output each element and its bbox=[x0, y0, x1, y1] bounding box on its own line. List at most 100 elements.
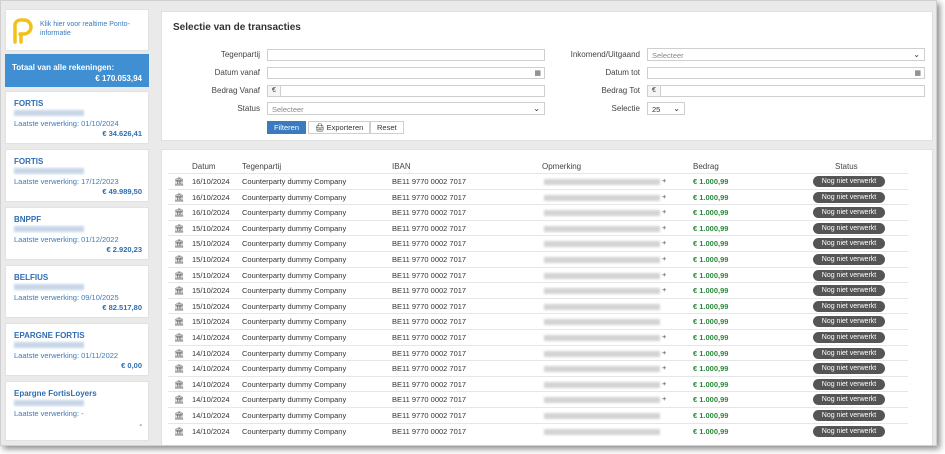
bank-icon: 🏛 bbox=[174, 411, 185, 420]
status-badge: Nog niet verwerkt bbox=[813, 207, 885, 219]
account-card[interactable]: FORTIS Laatste verwerking: 17/12/2023 € … bbox=[5, 149, 149, 202]
status-badge: Nog niet verwerkt bbox=[813, 222, 885, 234]
inout-select[interactable]: Selecteer ⌄ bbox=[647, 48, 925, 61]
table-row[interactable]: 🏛 15/10/2024 Counterparty dummy Company BE1… bbox=[168, 235, 908, 252]
cell-iban: BE11 9770 0002 7017 bbox=[392, 177, 467, 186]
table-row[interactable]: 🏛 15/10/2024 Counterparty dummy Company BE1… bbox=[168, 266, 908, 284]
account-name: BNPPF bbox=[14, 215, 42, 224]
bank-icon: 🏛 bbox=[174, 395, 185, 405]
table-row[interactable]: 🏛 14/10/2024 Counterparty dummy Company BE1… bbox=[168, 391, 908, 408]
cell-amount: € 1.000,99 bbox=[693, 177, 729, 186]
column-header-bedrag[interactable]: Bedrag bbox=[693, 162, 719, 171]
cell-amount: € 1.000,99 bbox=[693, 411, 729, 420]
datum-vanaf-input[interactable]: ▦ bbox=[267, 67, 545, 79]
cell-amount: € 1.000,99 bbox=[693, 286, 729, 296]
account-balance: € 49.989,50 bbox=[102, 187, 142, 196]
account-name: FORTIS bbox=[14, 157, 44, 166]
cell-amount: € 1.000,99 bbox=[693, 379, 729, 389]
cell-date: 15/10/2024 bbox=[192, 301, 230, 311]
cell-date: 14/10/2024 bbox=[192, 379, 230, 389]
cell-remark-blurred bbox=[544, 381, 660, 388]
account-card[interactable]: BNPPF Laatste verwerking: 01/12/2022 € 2… bbox=[5, 207, 149, 260]
cell-iban: BE11 9770 0002 7017 bbox=[392, 255, 467, 264]
column-header-status[interactable]: Status bbox=[835, 162, 858, 171]
table-row[interactable]: 🏛 14/10/2024 Counterparty dummy Company BE1… bbox=[168, 329, 908, 346]
cell-date: 14/10/2024 bbox=[192, 333, 230, 342]
account-number-blurred bbox=[14, 110, 84, 116]
column-header-datum[interactable]: Datum bbox=[192, 162, 216, 171]
account-number-blurred bbox=[14, 168, 84, 174]
column-header-iban[interactable]: IBAN bbox=[392, 162, 411, 171]
table-row[interactable]: 🏛 14/10/2024 Counterparty dummy Company BE1… bbox=[168, 344, 908, 362]
status-badge: Nog niet verwerkt bbox=[813, 394, 885, 406]
ponto-card[interactable]: Klik hier voor realtime Ponto-informatie bbox=[5, 9, 149, 51]
cell-remark-blurred bbox=[544, 335, 660, 341]
reset-button[interactable]: Reset bbox=[370, 121, 404, 134]
cell-remark-blurred bbox=[544, 225, 660, 232]
cell-remark-suffix: + bbox=[662, 176, 667, 185]
cell-amount: € 1.000,99 bbox=[693, 270, 729, 280]
account-name: EPARGNE FORTIS bbox=[14, 331, 85, 340]
status-select[interactable]: Selecteer ⌄ bbox=[267, 102, 545, 115]
cell-counterparty: Counterparty dummy Company bbox=[242, 239, 347, 249]
status-badge: Nog niet verwerkt bbox=[813, 238, 885, 250]
status-badge: Nog niet verwerkt bbox=[813, 254, 885, 265]
bedrag-vanaf-input[interactable]: € bbox=[267, 85, 545, 97]
total-label: Totaal van alle rekeningen: bbox=[12, 63, 115, 72]
bedrag-tot-input[interactable]: € bbox=[647, 85, 925, 97]
cell-iban: BE11 9770 0002 7017 bbox=[392, 395, 467, 405]
selectie-select[interactable]: 25 ⌄ bbox=[647, 102, 685, 115]
table-row[interactable]: 🏛 16/10/2024 Counterparty dummy Company BE1… bbox=[168, 204, 908, 221]
table-row[interactable]: 🏛 14/10/2024 Counterparty dummy Company BE1… bbox=[168, 407, 908, 424]
cell-counterparty: Counterparty dummy Company bbox=[242, 177, 347, 186]
status-badge: Nog niet verwerkt bbox=[813, 316, 885, 328]
account-card[interactable]: BELFIUS Laatste verwerking: 09/10/2025 €… bbox=[5, 265, 149, 318]
cell-date: 14/10/2024 bbox=[192, 348, 230, 358]
table-row[interactable]: 🏛 15/10/2024 Counterparty dummy Company BE1… bbox=[168, 282, 908, 299]
status-badge: Nog niet verwerkt bbox=[813, 332, 885, 343]
table-row[interactable]: 🏛 14/10/2024 Counterparty dummy Company BE1… bbox=[168, 375, 908, 393]
cell-amount: € 1.000,99 bbox=[693, 317, 729, 327]
column-header-opmerking[interactable]: Opmerking bbox=[542, 162, 581, 171]
status-badge: Nog niet verwerkt bbox=[813, 176, 885, 187]
ponto-link[interactable]: Klik hier voor realtime Ponto-informatie bbox=[40, 20, 140, 38]
cell-amount: € 1.000,99 bbox=[693, 192, 729, 202]
cell-date: 15/10/2024 bbox=[192, 270, 230, 280]
account-number-blurred bbox=[14, 400, 84, 406]
status-badge: Nog niet verwerkt bbox=[813, 425, 885, 437]
cell-date: 15/10/2024 bbox=[192, 223, 230, 233]
table-row[interactable]: 🏛 15/10/2024 Counterparty dummy Company BE1… bbox=[168, 297, 908, 315]
bank-icon: 🏛 bbox=[174, 317, 185, 327]
status-select-value: Selecteer bbox=[272, 105, 304, 114]
cell-remark-blurred bbox=[544, 397, 660, 404]
cell-amount: € 1.000,99 bbox=[693, 223, 729, 233]
euro-icon: € bbox=[268, 86, 281, 96]
account-balance: € 34.626,41 bbox=[102, 129, 142, 138]
column-header-tegenpartij[interactable]: Tegenpartij bbox=[242, 162, 281, 171]
account-card[interactable]: EPARGNE FORTIS Laatste verwerking: 01/11… bbox=[5, 323, 149, 376]
account-number-blurred bbox=[14, 342, 84, 348]
cell-amount: € 1.000,99 bbox=[693, 239, 729, 249]
account-card[interactable]: Epargne FortisLoyers Laatste verwerking:… bbox=[5, 381, 149, 441]
cell-date: 15/10/2024 bbox=[192, 317, 230, 327]
bedrag-tot-label: Bedrag Tot bbox=[601, 86, 640, 95]
table-row[interactable]: 🏛 15/10/2024 Counterparty dummy Company BE1… bbox=[168, 313, 908, 330]
export-button[interactable]: 🖨 Exporteren bbox=[308, 121, 371, 134]
datum-tot-input[interactable]: ▦ bbox=[647, 67, 925, 79]
account-number-blurred bbox=[14, 226, 84, 232]
table-row[interactable]: 🏛 15/10/2024 Counterparty dummy Company BE1… bbox=[168, 219, 908, 237]
table-row[interactable]: 🏛 16/10/2024 Counterparty dummy Company BE1… bbox=[168, 188, 908, 206]
cell-remark-suffix: + bbox=[662, 254, 667, 263]
account-card[interactable]: FORTIS Laatste verwerking: 01/10/2024 € … bbox=[5, 91, 149, 144]
table-row[interactable]: 🏛 14/10/2024 Counterparty dummy Company BE1… bbox=[168, 360, 908, 377]
table-row[interactable]: 🏛 16/10/2024 Counterparty dummy Company BE1… bbox=[168, 173, 908, 190]
tegenpartij-input[interactable] bbox=[267, 49, 545, 61]
cell-remark-suffix: + bbox=[662, 394, 667, 404]
sidebar: Klik hier voor realtime Ponto-informatie… bbox=[5, 5, 149, 445]
table-row[interactable]: 🏛 15/10/2024 Counterparty dummy Company BE1… bbox=[168, 251, 908, 268]
status-badge: Nog niet verwerkt bbox=[813, 363, 885, 375]
table-row[interactable]: 🏛 14/10/2024 Counterparty dummy Company BE1… bbox=[168, 422, 908, 440]
cell-iban: BE11 9770 0002 7017 bbox=[392, 411, 467, 420]
filter-button[interactable]: Filteren bbox=[267, 121, 307, 134]
calendar-icon[interactable]: ▦ bbox=[914, 69, 921, 77]
